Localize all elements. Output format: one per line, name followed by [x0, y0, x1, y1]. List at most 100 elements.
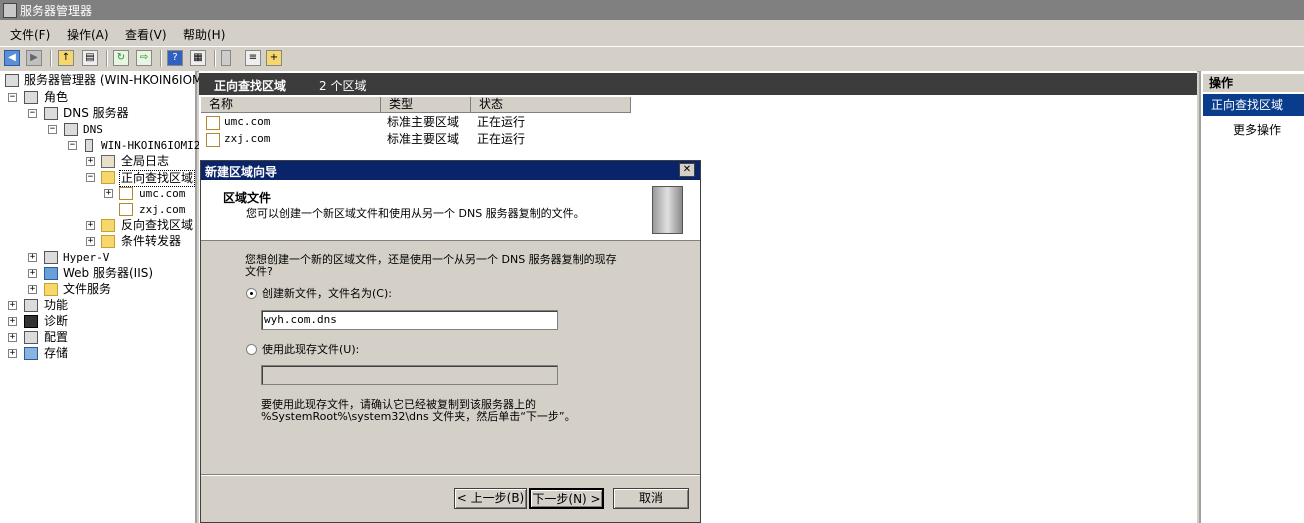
help-icon[interactable]: ?: [167, 50, 183, 66]
folder-icon: [101, 171, 115, 184]
column-header-type[interactable]: 类型: [381, 97, 471, 113]
new-icon[interactable]: +: [266, 50, 282, 66]
collapse-icon[interactable]: −: [8, 93, 17, 102]
dialog-title: 新建区域向导: [205, 165, 278, 179]
existing-file-input[interactable]: [261, 365, 558, 385]
tree-item-label: 正向查找区域: [119, 170, 196, 187]
collapse-icon[interactable]: −: [86, 173, 95, 182]
tree-item-label: Hyper-V: [63, 251, 110, 264]
refresh-icon[interactable]: ↻: [113, 50, 129, 66]
tree-item-label: 全局日志: [121, 154, 170, 168]
forward-icon[interactable]: ▶: [26, 50, 42, 66]
folder-icon: [101, 219, 115, 232]
tree-item-label: 条件转发器: [121, 234, 182, 248]
expand-icon[interactable]: +: [8, 317, 17, 326]
expand-icon[interactable]: +: [8, 333, 17, 342]
row-name: umc.com: [224, 115, 271, 128]
zone-icon: [206, 116, 220, 130]
next-button[interactable]: 下一步(N) >: [529, 488, 604, 509]
note-text-path: %SystemRoot%\system32\dns 文件夹，然后单击“下一步”。: [261, 410, 576, 423]
expand-icon[interactable]: +: [104, 189, 113, 198]
tree-item-label: zxj.com: [139, 203, 186, 216]
dns-icon: [64, 123, 78, 136]
collapse-icon[interactable]: −: [68, 141, 77, 150]
use-existing-file-radio[interactable]: [246, 344, 257, 355]
tree-root-label: 服务器管理器 (WIN-HKOIN6IOMI: [24, 73, 206, 87]
toolbar: ◀ ▶ ↑ ▤ ↻ ⇨ ? ▦ ≡ +: [0, 46, 1304, 72]
tree-item-label: 功能: [44, 298, 69, 312]
zone-icon: [119, 203, 133, 216]
menu-view[interactable]: 查看(V): [125, 26, 167, 43]
file-services-icon: [44, 283, 58, 296]
column-header-name[interactable]: 名称: [201, 97, 381, 113]
cancel-button[interactable]: 取消: [613, 488, 689, 509]
tree-item-label: 角色: [44, 90, 69, 104]
use-existing-file-label[interactable]: 使用此现存文件(U):: [262, 341, 359, 357]
show-hide-tree-icon[interactable]: ▤: [82, 50, 98, 66]
expand-icon[interactable]: +: [8, 349, 17, 358]
zone-icon: [206, 133, 220, 147]
column-header-status[interactable]: 状态: [471, 97, 631, 113]
collapse-icon[interactable]: −: [48, 125, 57, 134]
row-type: 标准主要区域: [387, 115, 460, 129]
row-status: 正在运行: [477, 115, 526, 129]
more-actions-link[interactable]: 更多操作: [1233, 121, 1281, 138]
row-status: 正在运行: [477, 132, 526, 146]
server-icon[interactable]: [221, 50, 231, 66]
tree-item-label: 文件服务: [63, 282, 112, 296]
tree-item-label: WIN-HKOIN6IOMI2: [101, 139, 201, 152]
dialog-divider: [201, 474, 700, 476]
dialog-title-bar: 新建区域向导 ✕: [201, 161, 700, 180]
actions-header: 操作: [1203, 74, 1304, 92]
title-bar: 服务器管理器: [0, 0, 1304, 20]
computer-icon: [85, 139, 93, 152]
create-new-file-radio[interactable]: [246, 288, 257, 299]
close-icon[interactable]: ✕: [679, 163, 695, 177]
properties-icon[interactable]: ▦: [190, 50, 206, 66]
collapse-icon[interactable]: −: [28, 109, 37, 118]
log-icon: [101, 155, 115, 168]
tree-item-label: DNS 服务器: [63, 106, 129, 120]
up-icon[interactable]: ↑: [58, 50, 74, 66]
window-title: 服务器管理器: [20, 4, 93, 18]
dialog-header: 区域文件 您可以创建一个新区域文件和使用从另一个 DNS 服务器复制的文件。: [201, 180, 700, 241]
menu-action[interactable]: 操作(A): [67, 26, 109, 43]
expand-icon[interactable]: +: [86, 157, 95, 166]
zone-icon: [119, 187, 133, 200]
back-button[interactable]: < 上一步(B): [454, 488, 527, 509]
new-file-name-input[interactable]: wyh.com.dns: [261, 310, 558, 330]
actions-section[interactable]: 正向查找区域: [1203, 94, 1304, 116]
tree-item-label: Web 服务器(IIS): [63, 266, 154, 280]
export-icon[interactable]: ⇨: [136, 50, 152, 66]
expand-icon[interactable]: +: [28, 253, 37, 262]
expand-icon[interactable]: +: [86, 237, 95, 246]
server-manager-icon: [5, 74, 19, 87]
question-text-continued: 文件?: [245, 265, 273, 278]
diagnostics-icon: [24, 315, 38, 328]
expand-icon[interactable]: +: [8, 301, 17, 310]
table-row[interactable]: zxj.com 标准主要区域 正在运行: [204, 131, 624, 147]
actions-pane: 操作 正向查找区域 更多操作: [1199, 71, 1304, 523]
tree-item-label: 存储: [44, 346, 69, 360]
header-title: 区域文件: [223, 191, 272, 205]
server-manager-icon: [3, 3, 17, 18]
expand-icon[interactable]: +: [28, 269, 37, 278]
list-icon[interactable]: ≡: [245, 50, 261, 66]
menu-help[interactable]: 帮助(H): [183, 26, 225, 43]
table-row[interactable]: umc.com 标准主要区域 正在运行: [204, 114, 624, 130]
back-icon[interactable]: ◀: [4, 50, 20, 66]
row-type: 标准主要区域: [387, 132, 460, 146]
create-new-file-label[interactable]: 创建新文件，文件名为(C):: [262, 285, 392, 301]
menu-file[interactable]: 文件(F): [10, 26, 50, 43]
tree-item-label: 诊断: [44, 314, 69, 328]
config-icon: [24, 331, 38, 344]
server-tower-icon: [652, 186, 683, 234]
expand-icon[interactable]: +: [86, 221, 95, 230]
folder-icon: [101, 235, 115, 248]
tree-item-label: DNS: [83, 123, 103, 136]
console-tree: 服务器管理器 (WIN-HKOIN6IOMI − 角色 − DNS 服务器 − …: [0, 71, 206, 523]
tree-item-label: umc.com: [139, 187, 186, 200]
web-server-icon: [44, 267, 58, 280]
hyperv-icon: [44, 251, 58, 264]
expand-icon[interactable]: +: [28, 285, 37, 294]
